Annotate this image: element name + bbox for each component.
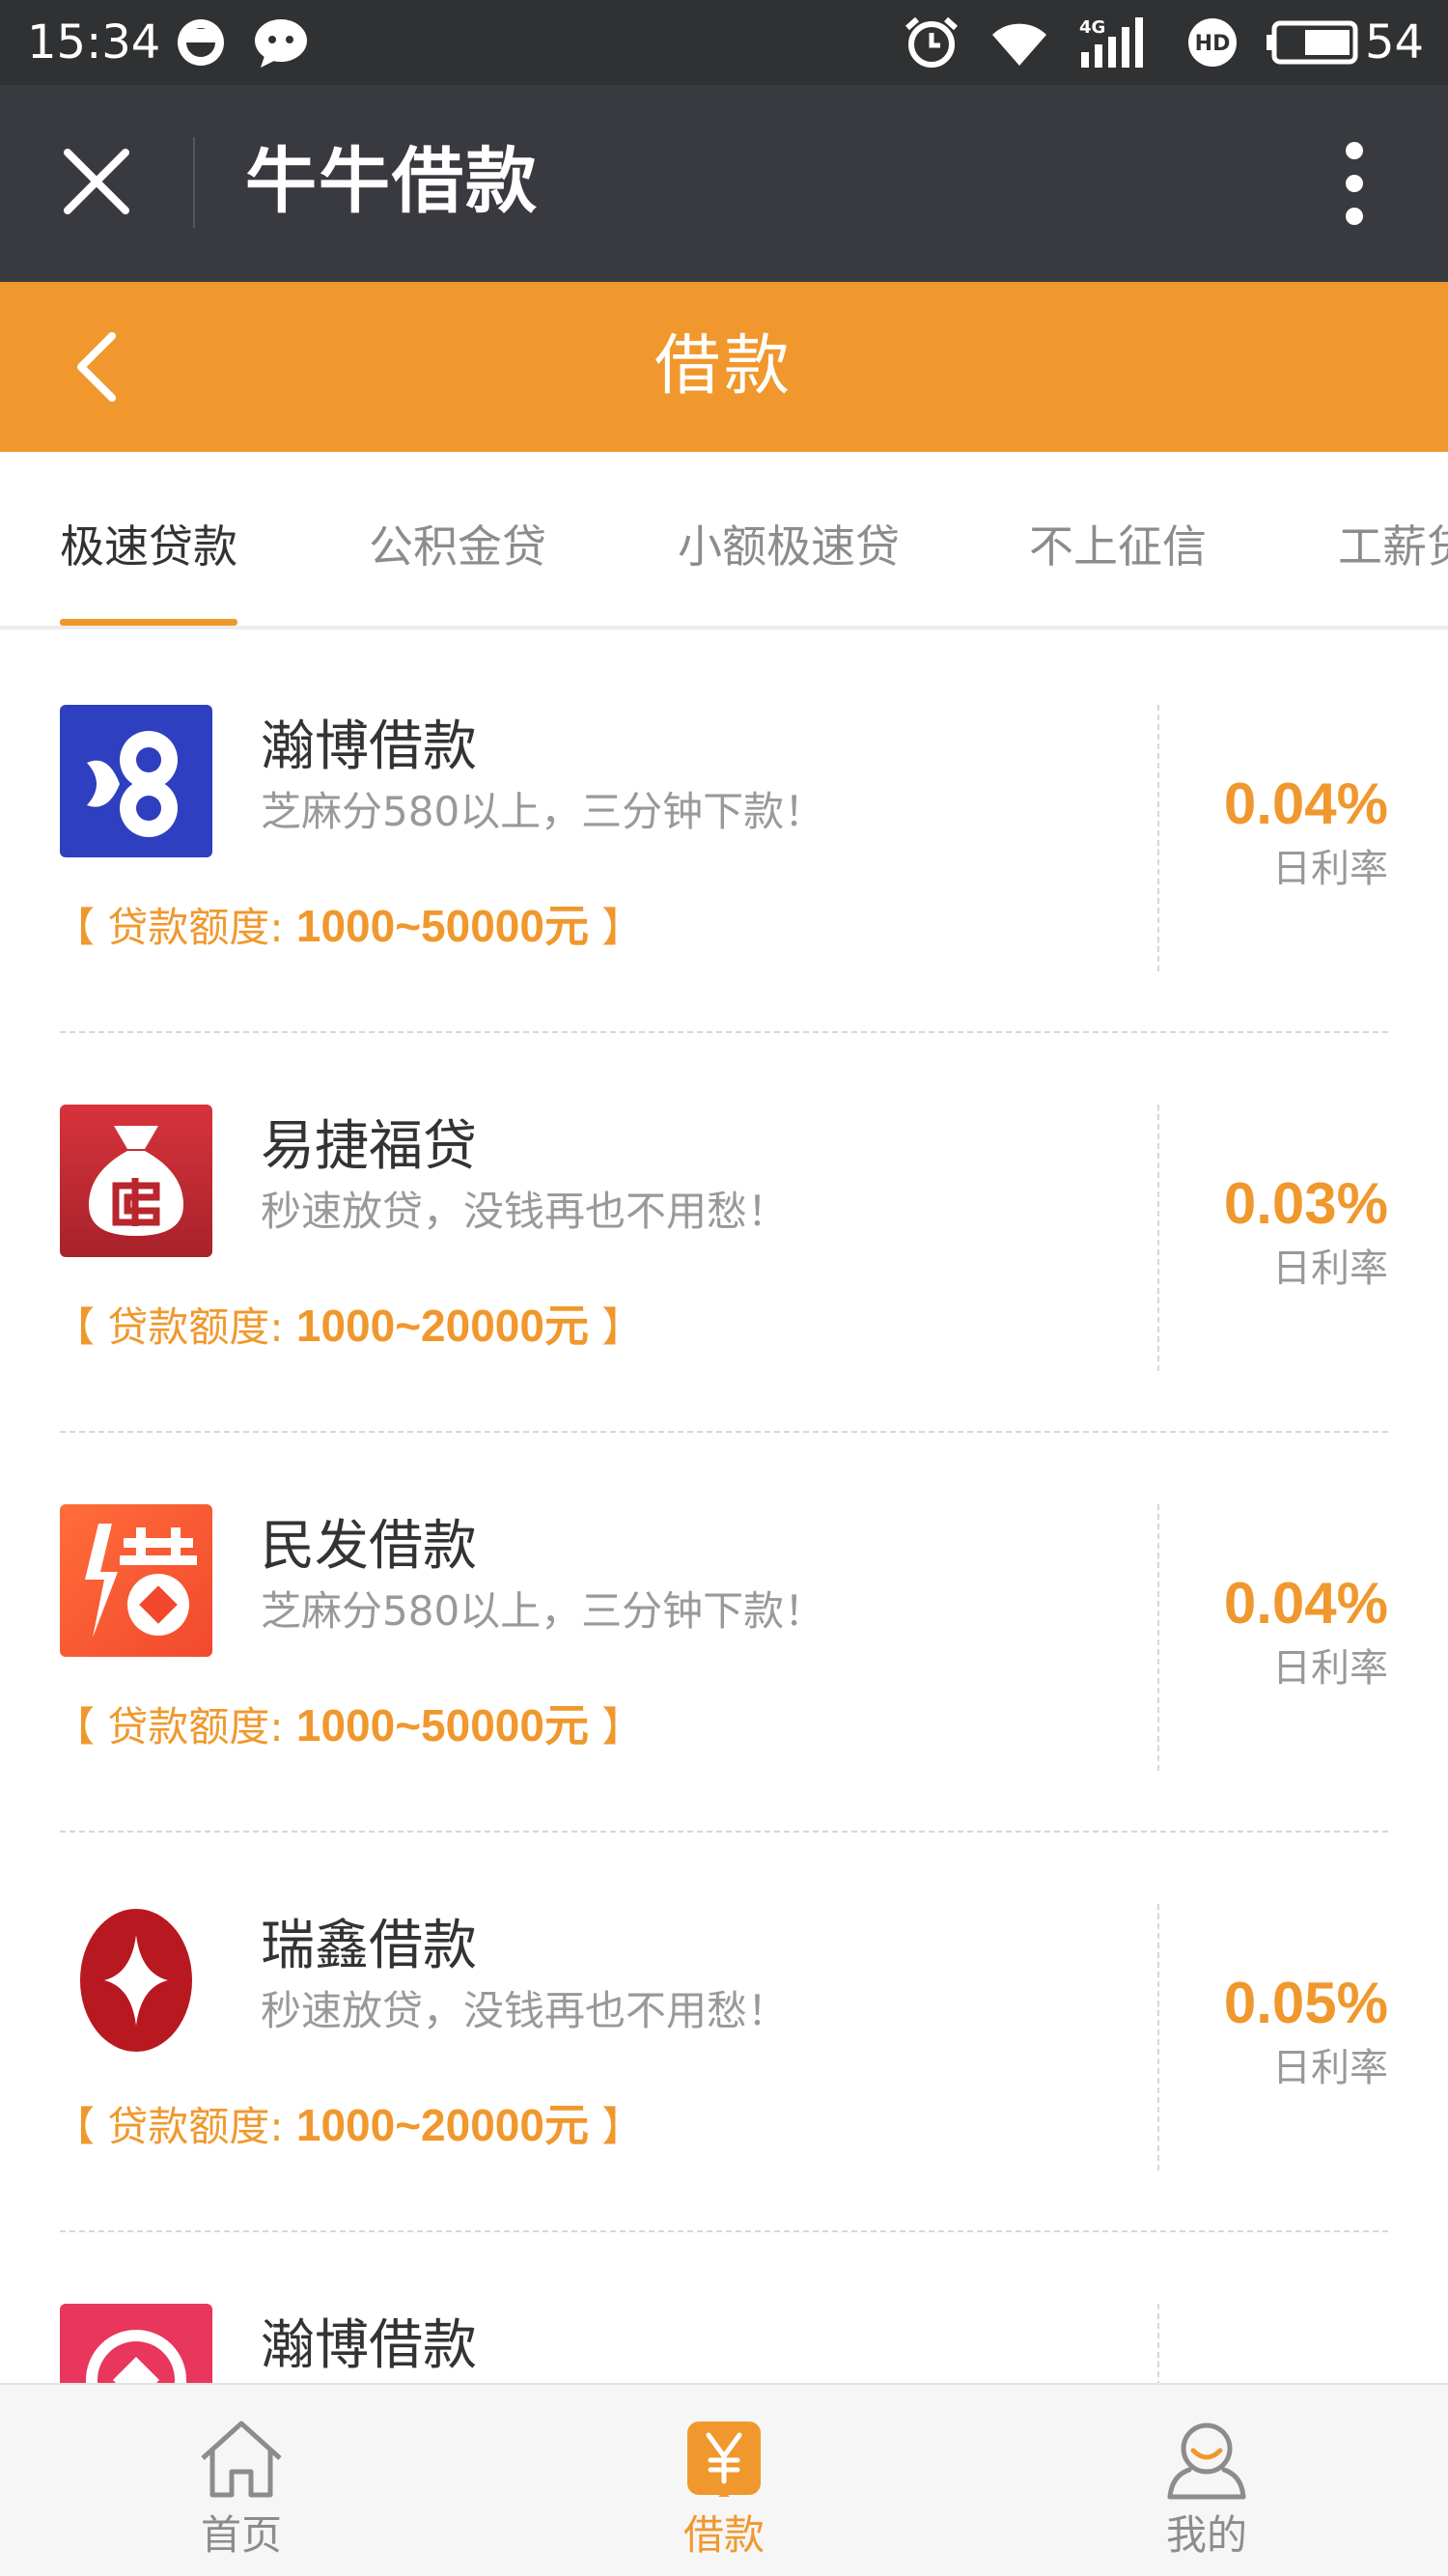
divider [1157,1504,1159,1771]
red-seed-logo-icon [60,1904,212,2057]
status-time: 15:34 [27,15,161,70]
nav-mine[interactable]: 我的 [965,2385,1448,2576]
wifi-icon [989,15,1050,70]
amount-value: 1000~20000元 [295,2100,589,2150]
smiley-icon [174,15,228,70]
amount-bracket: 】 [588,1303,643,1351]
page-header: 借款 [0,282,1448,452]
daily-rate-label: 日利率 [1272,1246,1388,1291]
nav-label: 首页 [200,2511,282,2559]
tab-label: 极速贷款 [60,520,237,573]
loan-name: 瀚博借款 [261,715,477,778]
divider [1157,2304,1159,2383]
loan-item[interactable]: 瀚博借款 [0,2232,1448,2383]
amount-label: 【 贷款额度: [54,1703,296,1750]
tab-xiao-e-jisu-dai[interactable]: 小额极速贷 [678,452,900,626]
loan-name: 瀚博借款 [261,2314,477,2377]
loan-amount: 【 贷款额度: 1000~50000元 】 [54,1697,642,1755]
yen-icon [678,2412,770,2505]
divider [1157,705,1159,971]
divider [193,137,195,228]
tab-label: 工薪贷 [1338,520,1448,573]
daily-rate-value: 0.03% [1223,1171,1388,1236]
nav-label: 借款 [682,2511,765,2559]
loan-amount: 【 贷款额度: 1000~50000元 】 [54,898,642,956]
battery-percent: 54 [1365,15,1425,70]
app-titlebar: 牛牛借款 [0,85,1448,282]
tab-underline [60,619,237,626]
signal-icon: 4G [1077,15,1155,70]
amount-value: 1000~50000元 [295,901,589,951]
loan-name: 易捷福贷 [261,1115,477,1178]
amount-bracket: 】 [588,1703,643,1750]
loan-amount: 【 贷款额度: 1000~20000元 】 [54,1298,642,1356]
loan-amount: 【 贷款额度: 1000~20000元 】 [54,2097,642,2155]
tab-label: 公积金贷 [369,520,546,573]
daily-rate-label: 日利率 [1272,1646,1388,1691]
amount-label: 【 贷款额度: [54,904,296,951]
amount-value: 1000~20000元 [295,1301,589,1351]
status-bar: 15:34 4G HD 54 [0,0,1448,85]
svg-text:HD: HD [1195,32,1231,56]
svg-text:4G: 4G [1079,17,1105,38]
loan-description: 秒速放贷，没钱再也不用愁！ [261,1188,789,1235]
divider [1157,1105,1159,1371]
jie-character-logo-icon [60,1504,212,1657]
tab-label: 不上征信 [1029,520,1207,573]
nav-home[interactable]: 首页 [0,2385,483,2576]
tab-label: 小额极速贷 [678,520,900,573]
pink-coin-logo-icon [60,2304,212,2383]
hd-icon: HD [1185,15,1239,70]
loan-description: 秒速放贷，没钱再也不用愁！ [261,1987,789,2034]
page-title: 借款 [654,328,794,405]
loan-item[interactable]: 瑞鑫借款 秒速放贷，没钱再也不用愁！ 【 贷款额度: 1000~20000元 】… [0,1833,1448,2232]
more-vertical-icon[interactable] [1330,135,1378,232]
daily-rate-value: 0.04% [1223,771,1388,836]
alarm-icon [904,15,960,70]
amount-label: 【 贷款额度: [54,1303,296,1351]
divider [1157,1904,1159,2170]
loan-description: 芝麻分580以上，三分钟下款！ [261,1587,825,1635]
loan-item[interactable]: 易捷福贷 秒速放贷，没钱再也不用愁！ 【 贷款额度: 1000~20000元 】… [0,1033,1448,1433]
daily-rate-label: 日利率 [1272,2046,1388,2090]
tab-gongjijin-dai[interactable]: 公积金贷 [369,452,546,626]
battery-icon [1267,15,1361,70]
hanbo-logo-icon [60,705,212,857]
category-tabs: 极速贷款 公积金贷 小额极速贷 不上征信 工薪贷 [0,452,1448,630]
chat-bubble-icon [253,15,309,70]
user-icon [1160,2412,1253,2505]
amount-bracket: 】 [588,904,643,951]
nav-label: 我的 [1165,2511,1247,2559]
home-icon [195,2412,288,2505]
bottom-nav: 首页 借款 我的 [0,2383,1448,2576]
tab-gongxin-dai[interactable]: 工薪贷 [1338,452,1448,626]
loan-item[interactable]: 民发借款 芝麻分580以上，三分钟下款！ 【 贷款额度: 1000~50000元… [0,1433,1448,1833]
nav-loan[interactable]: 借款 [483,2385,965,2576]
tab-jisu-daikuan[interactable]: 极速贷款 [60,452,237,626]
amount-bracket: 】 [588,2103,643,2150]
loan-item[interactable]: 瀚博借款 芝麻分580以上，三分钟下款！ 【 贷款额度: 1000~50000元… [0,633,1448,1033]
loan-name: 民发借款 [261,1515,477,1578]
loan-list: 瀚博借款 芝麻分580以上，三分钟下款！ 【 贷款额度: 1000~50000元… [0,633,1448,2383]
loan-name: 瑞鑫借款 [261,1915,477,1977]
money-bag-icon [60,1105,212,1257]
chevron-left-icon[interactable] [62,324,135,409]
daily-rate-value: 0.04% [1223,1571,1388,1636]
daily-rate-value: 0.05% [1223,1971,1388,2035]
close-icon[interactable] [56,141,137,222]
daily-rate-label: 日利率 [1272,847,1388,891]
loan-description: 芝麻分580以上，三分钟下款！ [261,788,825,835]
app-title: 牛牛借款 [245,140,539,223]
tab-bu-shang-zhengxin[interactable]: 不上征信 [1029,452,1207,626]
amount-value: 1000~50000元 [295,1700,589,1750]
amount-label: 【 贷款额度: [54,2103,296,2150]
